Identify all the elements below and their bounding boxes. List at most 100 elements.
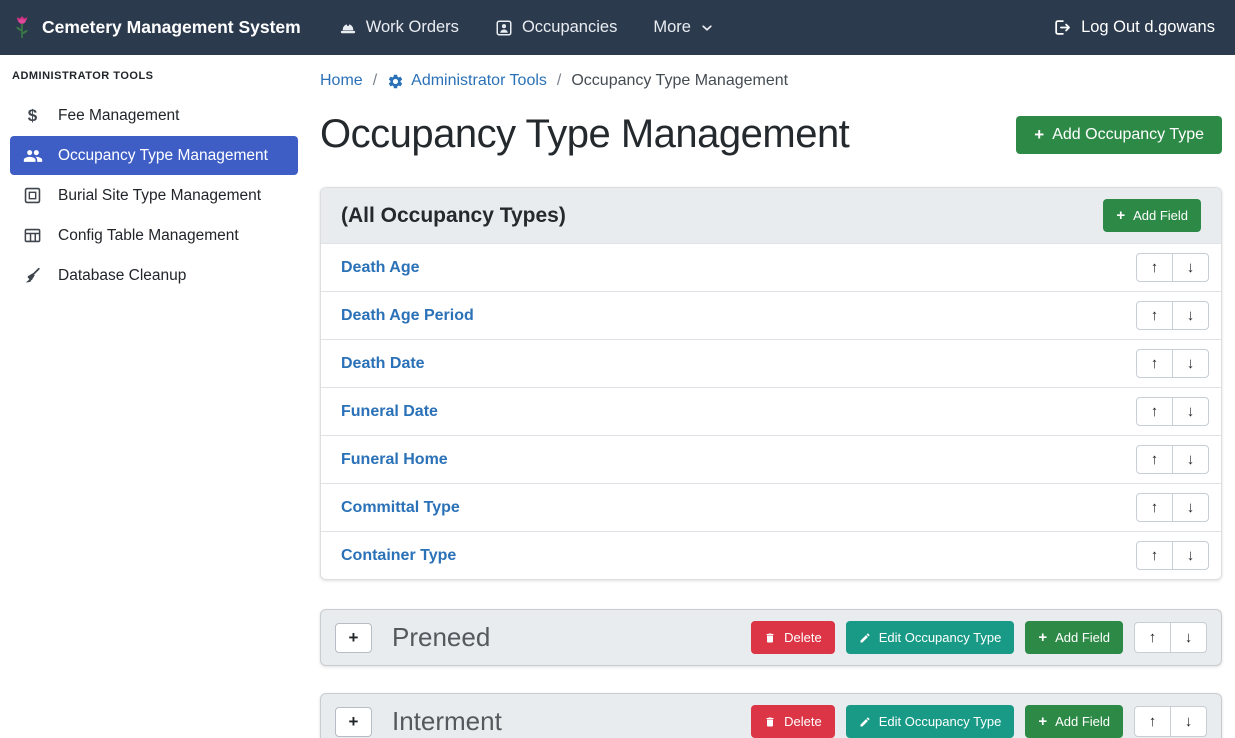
- app-brand[interactable]: Cemetery Management System: [12, 15, 301, 41]
- gear-icon: [387, 73, 404, 90]
- field-link-death-date[interactable]: Death Date: [341, 355, 425, 373]
- trash-icon: [764, 716, 776, 728]
- sidebar-item-database-cleanup[interactable]: Database Cleanup: [10, 256, 298, 295]
- down-arrow-icon: ↓: [1187, 308, 1195, 323]
- down-arrow-icon: ↓: [1185, 630, 1193, 645]
- sidebar-item-label: Burial Site Type Management: [58, 187, 261, 205]
- add-occupancy-type-label: Add Occupancy Type: [1052, 126, 1204, 144]
- delete-button[interactable]: Delete: [751, 621, 835, 654]
- move-up-button[interactable]: ↑: [1136, 493, 1173, 522]
- sidebar-item-burial-site-type-management[interactable]: Burial Site Type Management: [10, 176, 298, 215]
- field-link-death-age[interactable]: Death Age: [341, 259, 420, 277]
- add-field-button[interactable]: + Add Field: [1025, 705, 1123, 738]
- field-row: Container Type ↑ ↓: [321, 531, 1221, 579]
- sidebar-item-config-table-management[interactable]: Config Table Management: [10, 216, 298, 255]
- reorder-button-group: ↑ ↓: [1134, 622, 1207, 653]
- edit-occupancy-type-button[interactable]: Edit Occupancy Type: [846, 621, 1015, 654]
- users-icon: [20, 146, 45, 166]
- move-down-button[interactable]: ↓: [1172, 253, 1209, 282]
- plus-icon: +: [349, 712, 359, 732]
- sidebar-item-label: Config Table Management: [58, 227, 239, 245]
- expand-section-button[interactable]: +: [335, 707, 372, 737]
- field-link-container-type[interactable]: Container Type: [341, 547, 456, 565]
- move-up-button[interactable]: ↑: [1136, 541, 1173, 570]
- nav-occupancies[interactable]: Occupancies: [495, 18, 617, 37]
- move-up-button[interactable]: ↑: [1136, 349, 1173, 378]
- nav-work-orders-label: Work Orders: [366, 18, 459, 37]
- move-up-button[interactable]: ↑: [1134, 706, 1171, 737]
- all-occupancy-types-card: (All Occupancy Types) + Add Field Death …: [320, 187, 1222, 580]
- reorder-button-group: ↑ ↓: [1136, 397, 1209, 426]
- add-field-button[interactable]: + Add Field: [1025, 621, 1123, 654]
- reorder-button-group: ↑ ↓: [1136, 445, 1209, 474]
- down-arrow-icon: ↓: [1187, 548, 1195, 563]
- nav-more[interactable]: More: [653, 18, 714, 37]
- sidebar-item-label: Fee Management: [58, 107, 180, 125]
- nav-work-orders[interactable]: Work Orders: [339, 18, 459, 37]
- add-field-label: Add Field: [1055, 714, 1110, 729]
- main-content: Home / Administrator Tools / Occupancy T…: [308, 55, 1235, 738]
- up-arrow-icon: ↑: [1151, 356, 1159, 371]
- field-link-death-age-period[interactable]: Death Age Period: [341, 307, 474, 325]
- expand-section-button[interactable]: +: [335, 623, 372, 653]
- reorder-button-group: ↑ ↓: [1134, 706, 1207, 737]
- reorder-button-group: ↑ ↓: [1136, 253, 1209, 282]
- occupancy-frame-icon: [495, 19, 513, 37]
- field-link-committal-type[interactable]: Committal Type: [341, 499, 460, 517]
- field-row: Death Date ↑ ↓: [321, 339, 1221, 387]
- table-icon: [20, 226, 45, 245]
- frame-icon: [20, 186, 45, 205]
- breadcrumb-admin-tools-label: Administrator Tools: [411, 72, 547, 90]
- move-up-button[interactable]: ↑: [1136, 397, 1173, 426]
- move-up-button[interactable]: ↑: [1134, 622, 1171, 653]
- add-occupancy-type-button[interactable]: + Add Occupancy Type: [1016, 116, 1222, 154]
- move-down-button[interactable]: ↓: [1172, 397, 1209, 426]
- delete-button[interactable]: Delete: [751, 705, 835, 738]
- section-title: Interment: [392, 706, 751, 737]
- breadcrumb-admin-tools[interactable]: Administrator Tools: [387, 72, 547, 90]
- down-arrow-icon: ↓: [1187, 452, 1195, 467]
- up-arrow-icon: ↑: [1151, 500, 1159, 515]
- sidebar-item-label: Occupancy Type Management: [58, 147, 268, 165]
- top-navbar: Cemetery Management System Work Orders: [0, 0, 1235, 55]
- move-down-button[interactable]: ↓: [1172, 541, 1209, 570]
- field-link-funeral-date[interactable]: Funeral Date: [341, 403, 438, 421]
- add-field-label: Add Field: [1055, 630, 1110, 645]
- pencil-icon: [859, 632, 871, 644]
- pencil-icon: [859, 716, 871, 728]
- plus-icon: +: [1038, 714, 1047, 729]
- move-down-button[interactable]: ↓: [1170, 622, 1207, 653]
- add-field-button[interactable]: + Add Field: [1103, 199, 1201, 232]
- edit-occupancy-type-button[interactable]: Edit Occupancy Type: [846, 705, 1015, 738]
- move-up-button[interactable]: ↑: [1136, 301, 1173, 330]
- move-down-button[interactable]: ↓: [1172, 493, 1209, 522]
- nav-more-label: More: [653, 18, 691, 37]
- move-down-button[interactable]: ↓: [1172, 445, 1209, 474]
- section-title: Preneed: [392, 622, 751, 653]
- move-down-button[interactable]: ↓: [1172, 349, 1209, 378]
- add-field-label: Add Field: [1133, 208, 1188, 223]
- sidebar-item-occupancy-type-management[interactable]: Occupancy Type Management: [10, 136, 298, 175]
- move-up-button[interactable]: ↑: [1136, 253, 1173, 282]
- breadcrumb-home[interactable]: Home: [320, 72, 363, 90]
- move-down-button[interactable]: ↓: [1172, 301, 1209, 330]
- page-header: Occupancy Type Management + Add Occupanc…: [320, 112, 1222, 157]
- sidebar-item-fee-management[interactable]: $ Fee Management: [10, 96, 298, 135]
- field-link-funeral-home[interactable]: Funeral Home: [341, 451, 448, 469]
- logout-icon: [1053, 18, 1072, 37]
- all-types-card-title: (All Occupancy Types): [341, 204, 566, 228]
- logout-button[interactable]: Log Out d.gowans: [1053, 18, 1215, 37]
- sidebar-item-label: Database Cleanup: [58, 267, 186, 285]
- edit-occupancy-type-label: Edit Occupancy Type: [879, 630, 1002, 645]
- up-arrow-icon: ↑: [1151, 548, 1159, 563]
- field-row: Funeral Date ↑ ↓: [321, 387, 1221, 435]
- delete-label: Delete: [784, 714, 822, 729]
- nav-occupancies-label: Occupancies: [522, 18, 617, 37]
- breadcrumb-separator: /: [557, 72, 561, 90]
- field-row: Death Age ↑ ↓: [321, 243, 1221, 291]
- section-actions: Delete Edit Occupancy Type + Add Field ↑…: [751, 621, 1207, 654]
- up-arrow-icon: ↑: [1149, 630, 1157, 645]
- move-up-button[interactable]: ↑: [1136, 445, 1173, 474]
- occupancy-type-section-preneed: + Preneed Delete Edit Occupancy Type: [320, 609, 1222, 666]
- move-down-button[interactable]: ↓: [1170, 706, 1207, 737]
